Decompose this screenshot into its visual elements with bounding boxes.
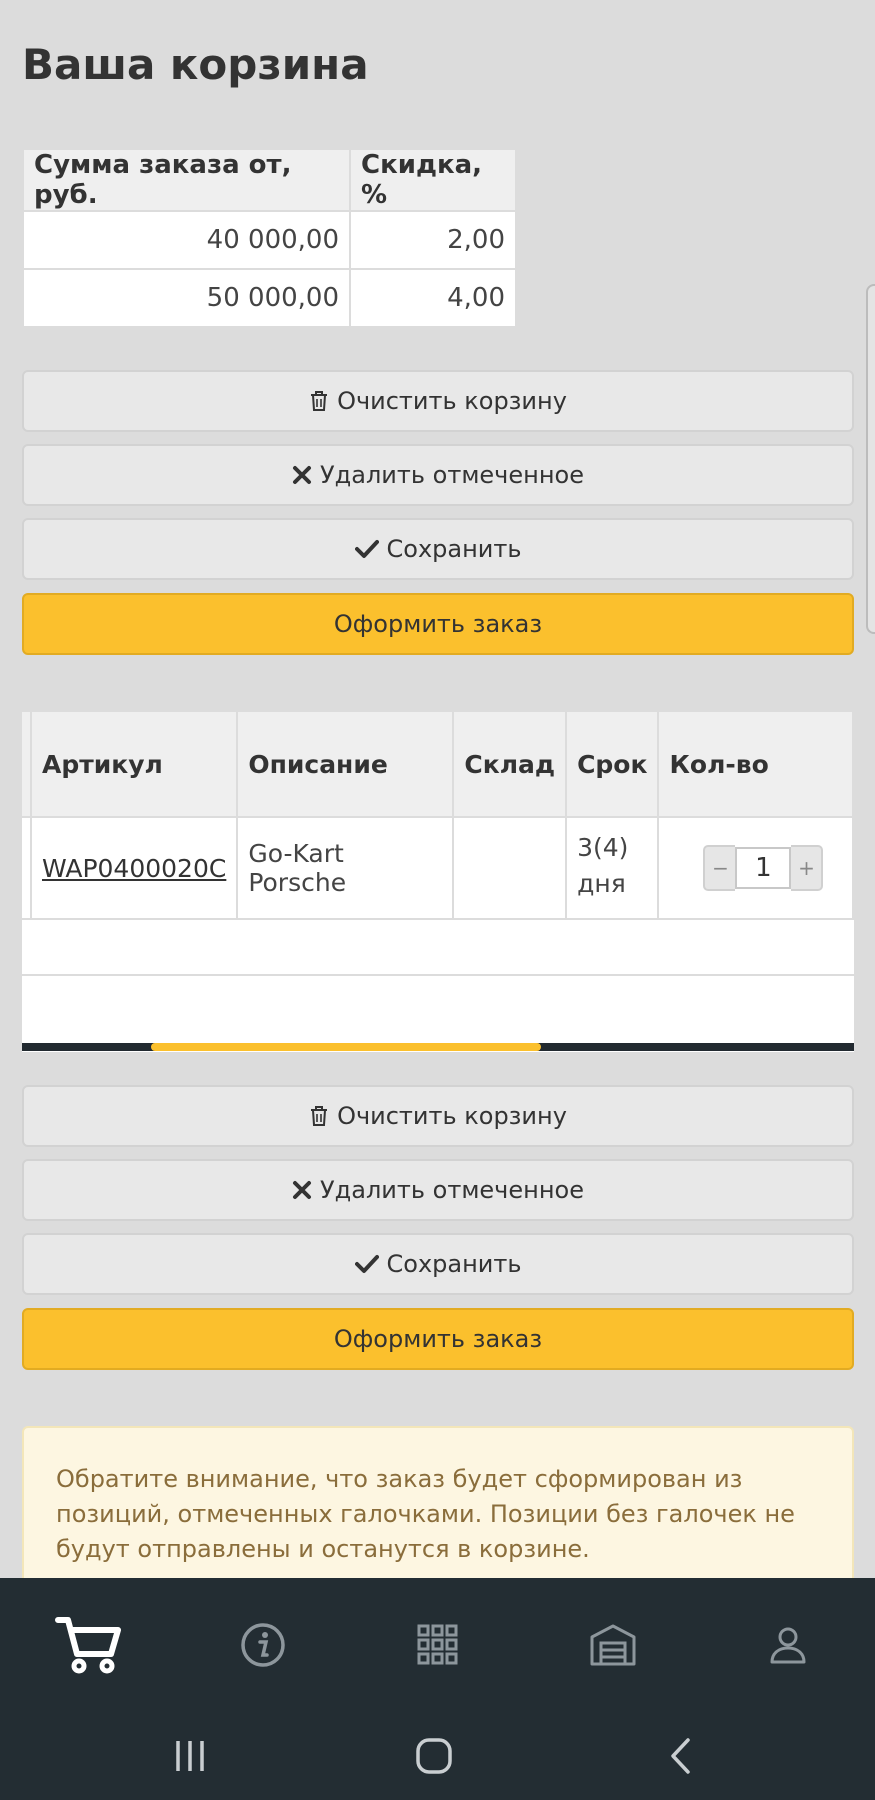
clear-cart-label: Очистить корзину xyxy=(337,1102,567,1130)
discount-percent: 2,00 xyxy=(349,210,517,270)
nav-info[interactable] xyxy=(175,1578,350,1716)
term-cell: 3(4) дня xyxy=(566,817,660,920)
header-term: Срок xyxy=(566,712,660,818)
warehouse-cell xyxy=(453,817,568,920)
home-icon xyxy=(415,1737,453,1779)
header-warehouse: Склад xyxy=(453,712,568,818)
home-button[interactable] xyxy=(404,1728,464,1788)
back-icon xyxy=(668,1737,692,1779)
back-button[interactable] xyxy=(650,1728,710,1788)
clear-cart-button[interactable]: Очистить корзину xyxy=(22,370,854,432)
nav-catalog[interactable] xyxy=(350,1578,525,1716)
sku-link[interactable]: WAP0400020C xyxy=(42,854,226,883)
close-icon xyxy=(292,465,312,485)
empty-row xyxy=(22,908,854,976)
checkout-label: Оформить заказ xyxy=(333,1325,543,1353)
header-qty: Кол-во xyxy=(658,712,854,818)
discount-header-row: Сумма заказа от, руб. Скидка, % xyxy=(22,148,517,212)
checkout-label: Оформить заказ xyxy=(333,610,543,638)
check-icon xyxy=(354,1254,379,1274)
discount-row: 50 000,00 4,00 xyxy=(22,268,517,328)
warehouse-icon xyxy=(589,1623,637,1671)
info-icon xyxy=(240,1622,286,1672)
delete-selected-button[interactable]: Удалить отмеченное xyxy=(22,444,854,506)
quantity-stepper: − + xyxy=(703,845,842,891)
discount-amount: 50 000,00 xyxy=(22,268,351,328)
decrement-button[interactable]: − xyxy=(703,845,736,891)
cart-icon xyxy=(54,1615,121,1679)
description-cell: Go-Kart Porsche xyxy=(237,817,455,920)
qty-cell: − + xyxy=(658,817,854,920)
nav-cart[interactable] xyxy=(0,1578,175,1716)
system-nav-bar xyxy=(0,1716,875,1800)
header-sku: Артикул xyxy=(31,712,239,818)
recent-apps-button[interactable] xyxy=(160,1728,220,1788)
discount-row: 40 000,00 2,00 xyxy=(22,210,517,270)
nav-profile[interactable] xyxy=(700,1578,875,1716)
scrollbar-thumb[interactable] xyxy=(151,1043,541,1051)
sku-cell: WAP0400020C xyxy=(31,817,239,920)
delete-selected-label: Удалить отмеченное xyxy=(320,1176,584,1204)
items-table: Артикул Описание Склад Срок Кол-во WAP04… xyxy=(22,712,854,920)
discount-header-amount: Сумма заказа от, руб. xyxy=(22,148,351,212)
clear-cart-button[interactable]: Очистить корзину xyxy=(22,1085,854,1147)
delete-selected-label: Удалить отмеченное xyxy=(320,461,584,489)
discount-amount: 40 000,00 xyxy=(22,210,351,270)
edge-panel-handle[interactable] xyxy=(866,284,875,634)
save-button[interactable]: Сохранить xyxy=(22,518,854,580)
save-label: Сохранить xyxy=(386,1250,522,1278)
recent-apps-icon xyxy=(172,1739,208,1777)
catalog-grid-icon xyxy=(417,1624,459,1670)
table-row: WAP0400020C Go-Kart Porsche 3(4) дня − + xyxy=(22,817,854,920)
clear-cart-label: Очистить корзину xyxy=(337,387,567,415)
close-icon xyxy=(292,1180,312,1200)
checkbox-column-header xyxy=(22,712,32,818)
page-title: Ваша корзина xyxy=(22,40,369,89)
cart-items-table[interactable]: Артикул Описание Склад Срок Кол-во WAP04… xyxy=(22,712,854,1052)
items-header-row: Артикул Описание Склад Срок Кол-во xyxy=(22,712,854,818)
save-label: Сохранить xyxy=(386,535,522,563)
save-button[interactable]: Сохранить xyxy=(22,1233,854,1295)
header-description: Описание xyxy=(237,712,455,818)
delete-selected-button[interactable]: Удалить отмеченное xyxy=(22,1159,854,1221)
discount-table: Сумма заказа от, руб. Скидка, % 40 000,0… xyxy=(22,148,517,328)
trash-icon xyxy=(309,390,329,412)
nav-warehouse[interactable] xyxy=(525,1578,700,1716)
check-icon xyxy=(354,539,379,559)
checkout-button[interactable]: Оформить заказ xyxy=(22,593,854,655)
checkout-button[interactable]: Оформить заказ xyxy=(22,1308,854,1370)
discount-header-percent: Скидка, % xyxy=(349,148,517,212)
row-checkbox-cell[interactable] xyxy=(22,817,32,920)
increment-button[interactable]: + xyxy=(791,845,824,891)
trash-icon xyxy=(309,1105,329,1127)
quantity-input[interactable] xyxy=(735,847,792,889)
discount-percent: 4,00 xyxy=(349,268,517,328)
user-icon xyxy=(768,1625,808,1669)
bottom-nav xyxy=(0,1578,875,1716)
